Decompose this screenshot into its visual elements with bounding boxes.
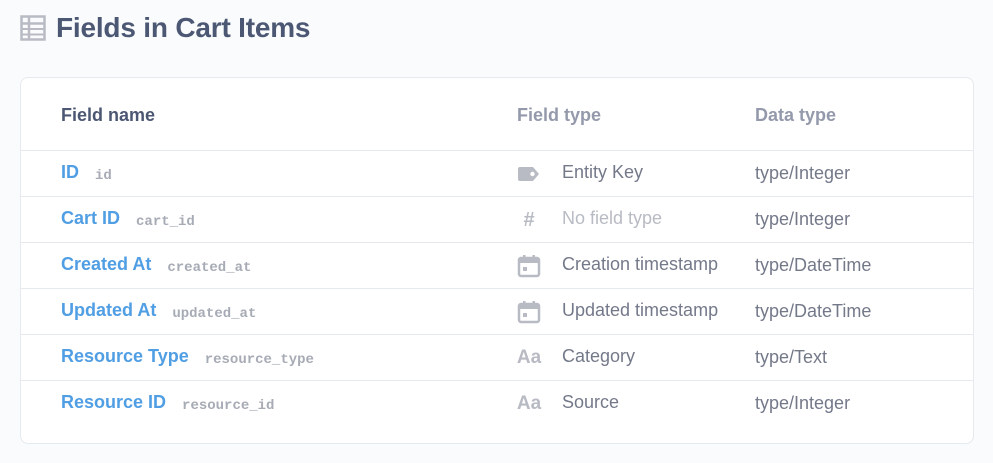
field-type-label: Updated timestamp [562, 300, 719, 320]
header-field-type: Field type [517, 105, 602, 125]
header-field-name: Field name [61, 105, 156, 125]
field-type-label: No field type [562, 208, 663, 228]
calendar-icon [517, 254, 541, 278]
table-row: Cart ID cart_id # No field type type/Inte… [21, 196, 973, 243]
field-display-name[interactable]: Updated At [61, 300, 156, 320]
header-data-type: Data type [755, 105, 837, 125]
field-type-label: Creation timestamp [562, 254, 719, 274]
data-type-label: type/Integer [755, 163, 851, 183]
table-row: ID id Entity Key type/Integer [21, 150, 973, 197]
field-db-name: created_at [167, 260, 252, 276]
field-link[interactable]: Updated At updated_at [61, 300, 257, 322]
field-link[interactable]: ID id [61, 162, 112, 184]
field-link[interactable]: Resource ID resource_id [61, 392, 275, 414]
field-db-name: cart_id [136, 214, 195, 230]
field-type-label: Category [562, 346, 636, 366]
key-tag-icon [517, 162, 541, 186]
field-display-name[interactable]: Cart ID [61, 208, 120, 228]
data-type-label: type/DateTime [755, 255, 872, 275]
field-display-name[interactable]: ID [61, 162, 79, 182]
field-display-name[interactable]: Resource Type [61, 346, 189, 366]
field-db-name: resource_type [204, 352, 314, 368]
data-type-label: type/Integer [755, 209, 851, 229]
field-type-label: Entity Key [562, 162, 644, 182]
hash-icon: # [523, 208, 535, 231]
page-header: Fields in Cart Items [20, 10, 310, 46]
page-title: Fields in Cart Items [56, 12, 311, 43]
field-db-name: updated_at [172, 306, 257, 322]
field-link[interactable]: Resource Type resource_type [61, 346, 314, 368]
field-link[interactable]: Cart ID cart_id [61, 208, 195, 230]
table-row: Created At created_at Creation timestamp … [21, 242, 973, 289]
table-row: Resource ID resource_id Aa Source type/In… [21, 380, 973, 426]
table-icon [20, 15, 46, 41]
field-display-name[interactable]: Created At [61, 254, 151, 274]
field-display-name[interactable]: Resource ID [61, 392, 166, 412]
data-type-label: type/Text [755, 347, 828, 367]
text-icon: Aa [516, 393, 542, 414]
data-type-label: type/Integer [755, 393, 851, 413]
field-db-name: id [95, 168, 112, 184]
data-type-label: type/DateTime [755, 301, 872, 321]
table-header-row: Field name Field type Data type [21, 78, 973, 151]
table-row: Resource Type resource_type Aa Category t… [21, 334, 973, 381]
field-type-label: Source [562, 392, 620, 412]
fields-table: Field name Field type Data type ID id Ent… [20, 77, 974, 444]
table-row: Updated At updated_at Updated timestamp t… [21, 288, 973, 335]
field-link[interactable]: Created At created_at [61, 254, 252, 276]
calendar-icon [517, 300, 541, 324]
text-icon: Aa [516, 347, 542, 368]
field-db-name: resource_id [182, 398, 275, 414]
